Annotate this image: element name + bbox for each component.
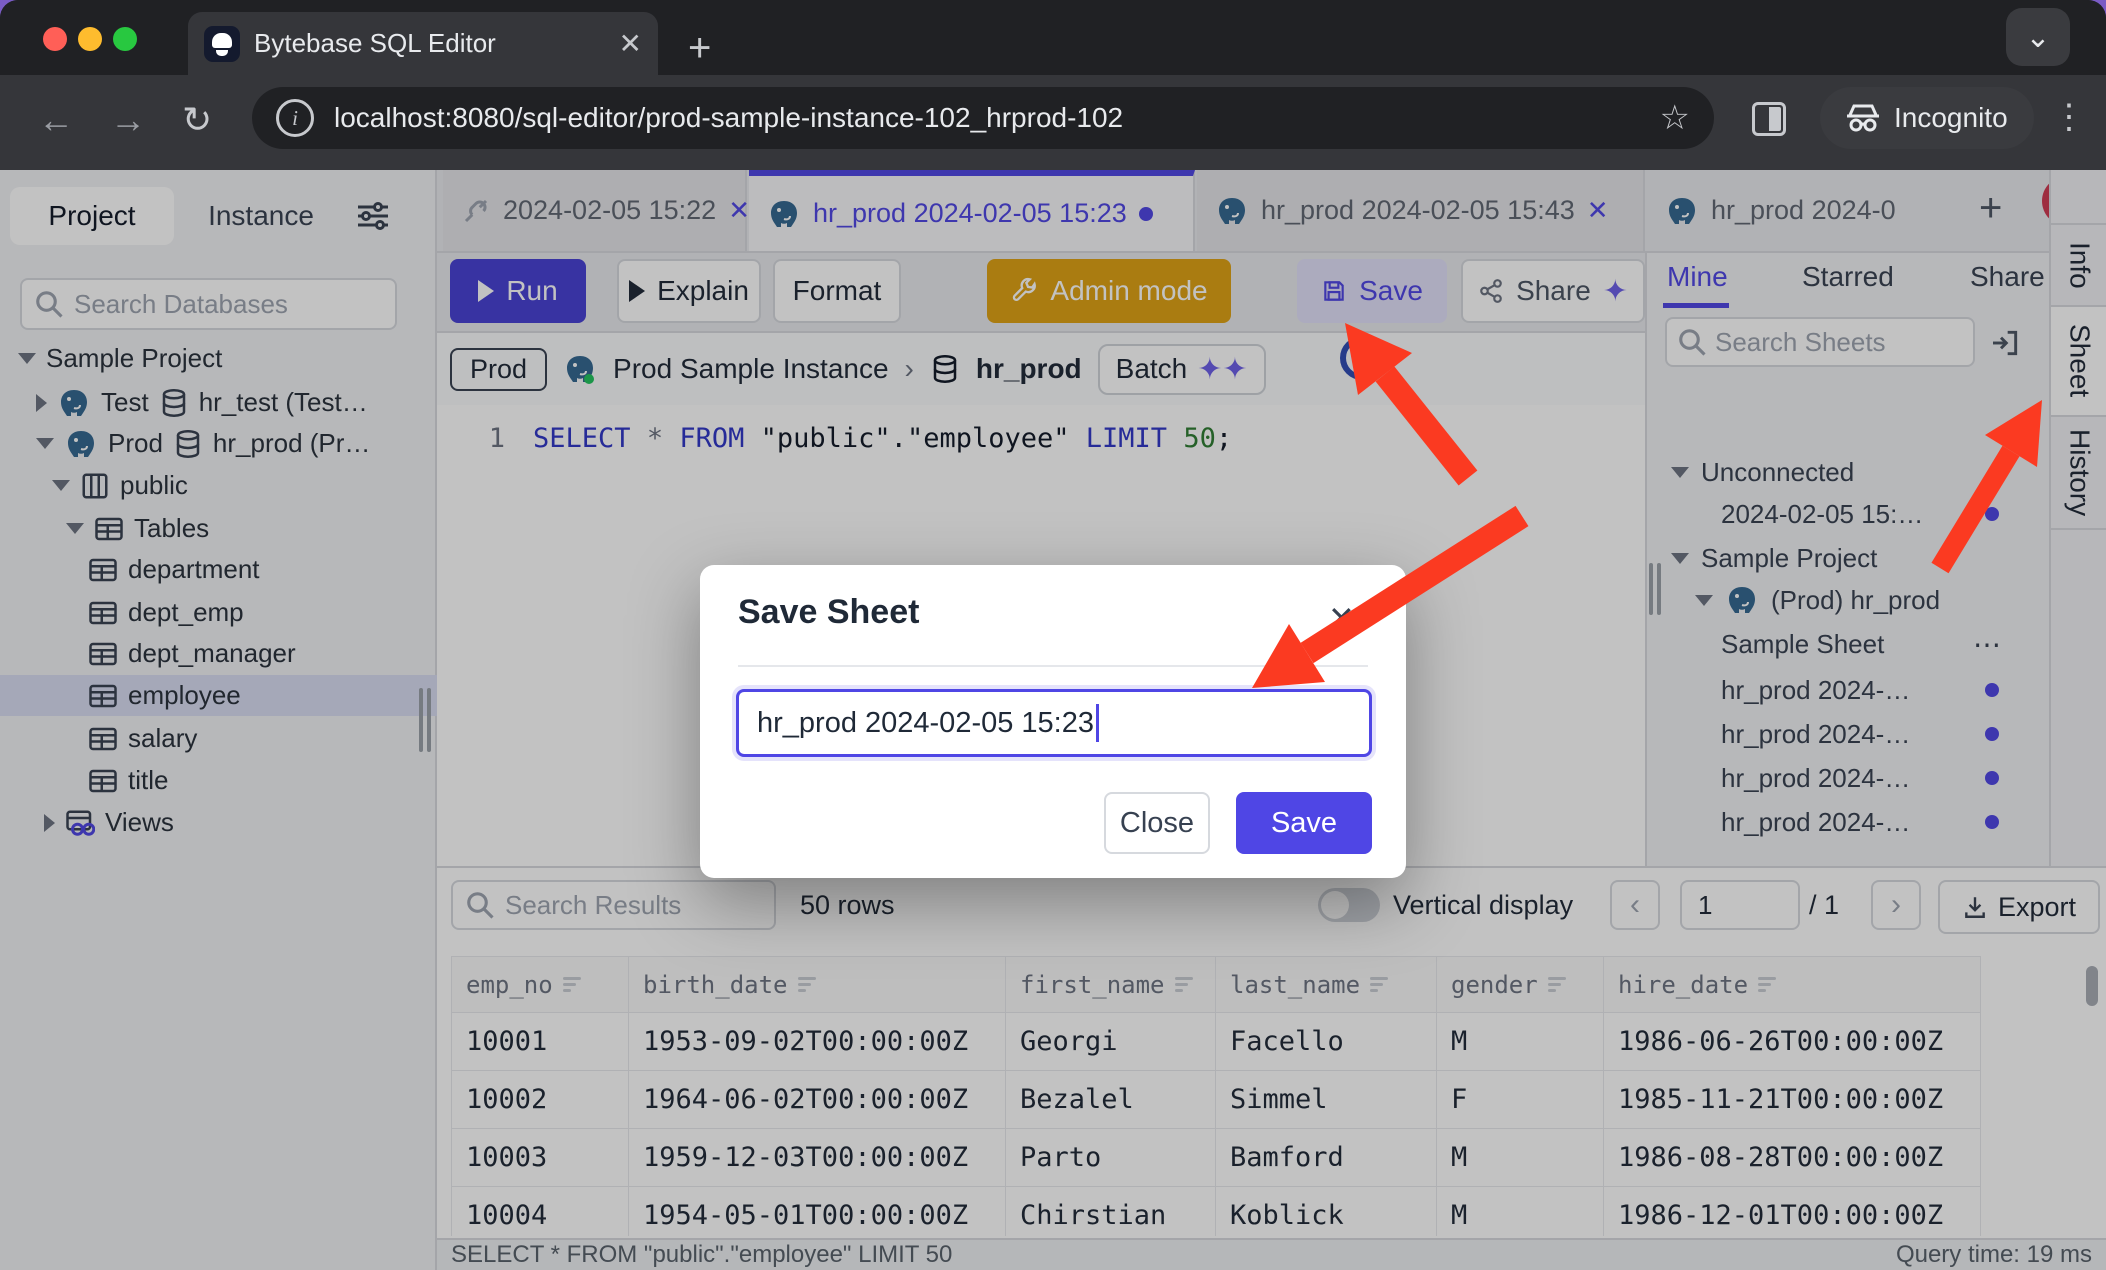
url-text: localhost:8080/sql-editor/prod-sample-in… [334, 102, 1640, 134]
incognito-badge: Incognito [1820, 87, 2034, 149]
browser-tab-title: Bytebase SQL Editor [254, 28, 605, 59]
forward-icon[interactable]: → [110, 99, 146, 141]
close-button[interactable]: Close [1104, 792, 1210, 854]
window-zoom-button[interactable] [113, 27, 137, 51]
browser-tab-close-icon[interactable]: ✕ [619, 27, 642, 60]
window-close-button[interactable] [43, 27, 67, 51]
browser-menu-icon[interactable]: ⋮ [2052, 97, 2087, 137]
site-info-icon[interactable]: i [276, 99, 314, 137]
dialog-title: Save Sheet [738, 593, 919, 632]
dialog-divider [738, 665, 1368, 667]
bytebase-favicon [204, 26, 240, 62]
side-panel-icon[interactable] [1752, 102, 1786, 136]
screenshot-root: Bytebase SQL Editor ✕ + ⌄ ← → ↻ i localh… [0, 0, 2106, 1270]
browser-window-bar: Bytebase SQL Editor ✕ + ⌄ [0, 0, 2106, 75]
save-button[interactable]: Save [1236, 792, 1372, 854]
bookmark-star-icon[interactable]: ☆ [1660, 98, 1690, 138]
window-minimize-button[interactable] [78, 27, 102, 51]
dialog-close-icon[interactable]: ✕ [1328, 599, 1355, 637]
browser-tab[interactable]: Bytebase SQL Editor ✕ [188, 12, 658, 75]
sheet-name-input[interactable]: hr_prod 2024-02-05 15:23 [736, 689, 1372, 757]
incognito-icon [1846, 103, 1880, 133]
address-bar[interactable]: i localhost:8080/sql-editor/prod-sample-… [252, 87, 1714, 149]
incognito-label: Incognito [1894, 102, 2008, 134]
reload-icon[interactable]: ↻ [182, 99, 212, 141]
new-tab-button[interactable]: + [688, 26, 711, 71]
profile-chevron-icon[interactable]: ⌄ [2006, 8, 2070, 66]
back-icon[interactable]: ← [38, 99, 74, 141]
text-cursor [1096, 704, 1099, 742]
browser-toolbar: ← → ↻ i localhost:8080/sql-editor/prod-s… [0, 75, 2106, 170]
save-sheet-dialog: Save Sheet ✕ hr_prod 2024-02-05 15:23 Cl… [700, 565, 1406, 878]
